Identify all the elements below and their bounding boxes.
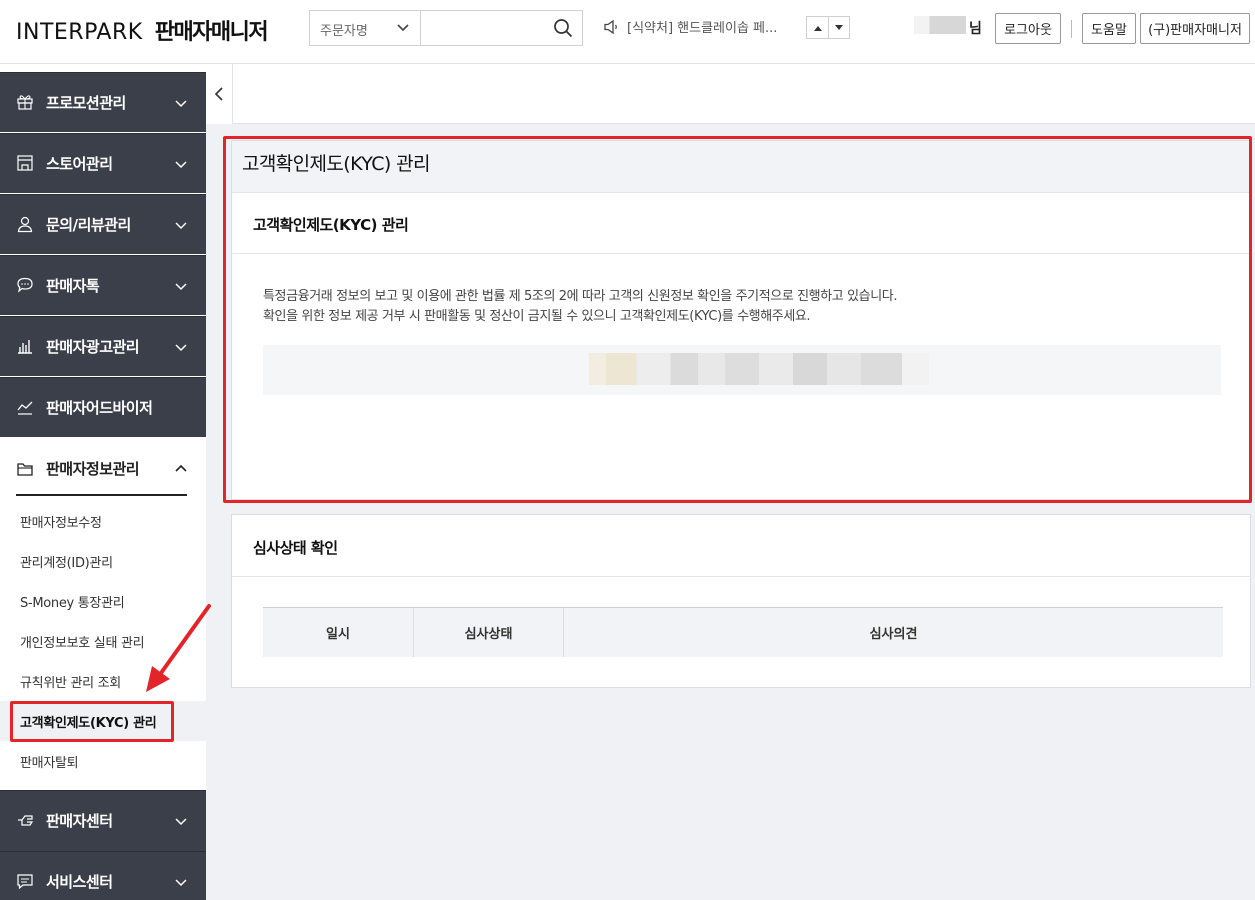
logout-button[interactable]: 로그아웃 (995, 13, 1061, 44)
kyc-page-header: 고객확인제도(KYC) 관리 (232, 141, 1249, 193)
old-manager-button[interactable]: (구)판매자매니저 (1140, 13, 1250, 44)
sidebar-item-label: 스토어관리 (46, 155, 113, 173)
kyc-section-header: 고객확인제도(KYC) 관리 (232, 193, 1249, 254)
chevron-down-icon (175, 879, 187, 887)
section-title: 고객확인제도(KYC) 관리 (253, 216, 409, 234)
submenu-rule-violation[interactable]: 규칙위반 관리 조회 (0, 661, 206, 701)
chevron-down-icon (175, 344, 187, 352)
chevron-down-icon (175, 283, 187, 291)
app-title: 판매자매니저 (154, 20, 269, 45)
chevron-down-icon (175, 100, 187, 108)
sidebar-item-label: 판매자정보관리 (46, 460, 140, 478)
column-header: 일시 (326, 627, 350, 642)
review-status-table-header: 일시 심사상태 심사의견 (263, 607, 1223, 657)
submenu-account-id[interactable]: 관리계정(ID)관리 (0, 541, 206, 581)
submenu-withdraw[interactable]: 판매자탈퇴 (0, 741, 206, 781)
trend-icon (17, 401, 33, 415)
hand-icon (18, 815, 34, 826)
message-icon (17, 874, 33, 890)
sidebar-item-label: 판매자어드바이저 (46, 399, 153, 417)
sidebar: 프로모션관리 스토어관리 문의/리뷰관리 판매자톡 판매자광고관리 판매자어드바… (0, 64, 206, 900)
notice-prev-button[interactable] (807, 17, 828, 38)
header-divider (1071, 20, 1072, 38)
sidebar-item-label: 서비스센터 (46, 873, 113, 891)
chevron-down-icon (175, 222, 187, 230)
sidebar-item-seller-ads[interactable]: 판매자광고관리 (0, 316, 206, 376)
review-status-card: 심사상태 확인 일시 심사상태 심사의견 (231, 514, 1251, 688)
sidebar-item-service-center[interactable]: 서비스센터 (0, 851, 206, 900)
kyc-card: 고객확인제도(KYC) 관리 고객확인제도(KYC) 관리 특정금융거래 정보의… (231, 140, 1250, 500)
sidebar-item-label: 프로모션관리 (46, 94, 126, 112)
submenu-privacy-status[interactable]: 개인정보보호 실태 관리 (0, 621, 206, 661)
chevron-left-icon (214, 87, 223, 101)
column-header: 심사상태 (413, 608, 563, 657)
column-header: 심사의견 (563, 608, 1223, 657)
triangle-down-icon (835, 24, 843, 30)
sidebar-item-label: 판매자광고관리 (46, 338, 140, 356)
sidebar-item-seller-talk[interactable]: 판매자톡 (0, 255, 206, 315)
search-type-value: 주문자명 (320, 24, 368, 39)
tab-strip (233, 64, 1255, 124)
sidebar-item-store[interactable]: 스토어관리 (0, 133, 206, 193)
submenu-kyc[interactable]: 고객확인제도(KYC) 관리 (0, 701, 206, 741)
sidebar-item-label: 문의/리뷰관리 (46, 216, 131, 234)
search-type-select[interactable]: 주문자명 (310, 11, 421, 45)
sidebar-item-promotion[interactable]: 프로모션관리 (0, 72, 206, 132)
notice-ticker[interactable]: [식약처] 핸드클레이솝 페... (603, 17, 793, 36)
submenu-smoney-account[interactable]: S-Money 통장관리 (0, 581, 206, 621)
sidebar-item-seller-advisor[interactable]: 판매자어드바이저 (0, 377, 206, 437)
gift-icon (17, 95, 33, 110)
submenu-seller-info-edit[interactable]: 판매자정보수정 (0, 501, 206, 541)
kyc-description-line: 확인을 위한 정보 제공 거부 시 판매활동 및 정산이 금지될 수 있으니 고… (263, 309, 811, 324)
chevron-down-icon (175, 161, 187, 169)
logo[interactable]: INTERPARK 판매자매니저 (16, 14, 269, 46)
sidebar-item-inquiry-review[interactable]: 문의/리뷰관리 (0, 194, 206, 254)
triangle-up-icon (813, 25, 822, 31)
sidebar-item-seller-info[interactable]: 판매자정보관리 (0, 440, 206, 502)
chevron-down-icon (397, 24, 409, 32)
search-icon[interactable] (552, 17, 574, 39)
sidebar-item-seller-center[interactable]: 판매자센터 (0, 790, 206, 851)
order-search: 주문자명 (309, 10, 583, 46)
chevron-down-icon (175, 818, 187, 826)
chevron-up-icon (175, 464, 187, 472)
help-button[interactable]: 도움말 (1082, 13, 1136, 44)
folder-icon (17, 463, 33, 476)
brand-name: INTERPARK (16, 20, 143, 45)
redacted-content (589, 353, 929, 385)
store-icon (17, 155, 33, 171)
notice-next-button[interactable] (828, 17, 849, 38)
section-title: 심사상태 확인 (253, 539, 338, 557)
speaker-icon (604, 19, 617, 34)
kyc-description-line: 특정금융거래 정보의 보고 및 이용에 관한 법률 제 5조의 2에 따라 고객… (263, 289, 898, 304)
sidebar-item-label: 판매자센터 (46, 812, 113, 830)
user-suffix: 님 (969, 21, 982, 37)
chat-icon (17, 277, 33, 293)
open-menu-underline (16, 494, 187, 496)
divider (232, 576, 1250, 577)
notice-text: [식약처] 핸드클레이솝 페... (627, 21, 778, 36)
kyc-info-box (263, 345, 1221, 395)
user-name-redacted (914, 16, 966, 34)
sidebar-collapse-button[interactable] (206, 64, 233, 124)
page-title: 고객확인제도(KYC) 관리 (242, 153, 431, 175)
bar-chart-icon (18, 340, 32, 354)
person-icon (17, 216, 33, 233)
top-header: INTERPARK 판매자매니저 주문자명 [식약처] 핸드클레이솝 페... … (0, 0, 1255, 64)
sidebar-item-label: 판매자톡 (46, 277, 100, 295)
notice-nav (806, 16, 850, 39)
kyc-description: 특정금융거래 정보의 보고 및 이용에 관한 법률 제 5조의 2에 따라 고객… (263, 287, 897, 327)
